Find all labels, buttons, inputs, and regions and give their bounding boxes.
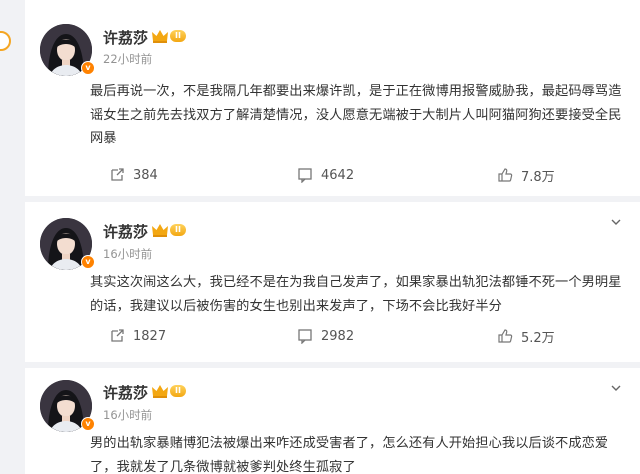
comment-count: 2982 [321,328,355,344]
like-button[interactable]: 7.8万 [497,162,555,188]
like-button[interactable]: 5.2万 [497,323,555,349]
comment-button[interactable]: 2982 [297,323,354,349]
verified-badge: v [81,61,95,75]
crown-icon [152,385,168,398]
level-badge: II [170,224,186,236]
level-badge: II [170,385,186,397]
like-icon [498,329,513,343]
comment-icon [298,168,312,183]
post-actions: 1827 2982 5.2万 [25,323,640,349]
comment-count: 4642 [321,167,355,183]
post-time[interactable]: 16小时前 [103,407,152,423]
author-name[interactable]: 许荔莎 [103,221,148,242]
level-badge: II [170,30,186,42]
crown-icon [152,224,168,237]
timeline-marker [0,31,11,51]
post-actions: 384 4642 7.8万 [25,162,640,188]
repost-icon [111,168,124,181]
post-time[interactable]: 22小时前 [103,51,152,67]
repost-button[interactable]: 1827 [109,323,166,349]
author-name[interactable]: 许荔莎 [103,27,148,48]
like-count: 5.2万 [521,330,555,346]
repost-count: 1827 [133,328,167,344]
post-card: v 许荔莎 II 16小时前 男的出轨家暴赌博犯法被爆出来咋还成受害者了，怎么还… [25,368,640,474]
verified-badge: v [81,255,95,269]
chevron-down-icon[interactable] [610,216,622,228]
comment-button[interactable]: 4642 [297,162,354,188]
repost-button[interactable]: 384 [109,162,158,188]
comment-icon [298,329,312,344]
verified-badge: v [81,417,95,431]
post-text: 最后再说一次，不是我隔几年都要出来爆许凯，是于正在微博用报警威胁我，最起码辱骂造… [90,84,622,146]
post-text: 其实这次闹这么大，我已经不是在为我自己发声了，如果家暴出轨犯法都锤不死一个男明星… [90,275,622,314]
post-time[interactable]: 16小时前 [103,246,152,262]
repost-icon [111,329,124,342]
post-text: 男的出轨家暴赌博犯法被爆出来咋还成受害者了，怎么还有人开始担心我以后谈不成恋爱了… [90,436,609,474]
author-name[interactable]: 许荔莎 [103,382,148,403]
repost-count: 384 [133,167,158,183]
like-count: 7.8万 [521,169,555,185]
like-icon [498,168,513,182]
chevron-down-icon[interactable] [610,382,622,394]
crown-icon [152,30,168,43]
post-card: v 许荔莎 II 22小时前 最后再说一次，不是我隔几年都要出来爆许凯，是于正在… [25,0,640,196]
post-card: v 许荔莎 II 16小时前 其实这次闹这么大，我已经不是在为我自己发声了，如果… [25,202,640,362]
